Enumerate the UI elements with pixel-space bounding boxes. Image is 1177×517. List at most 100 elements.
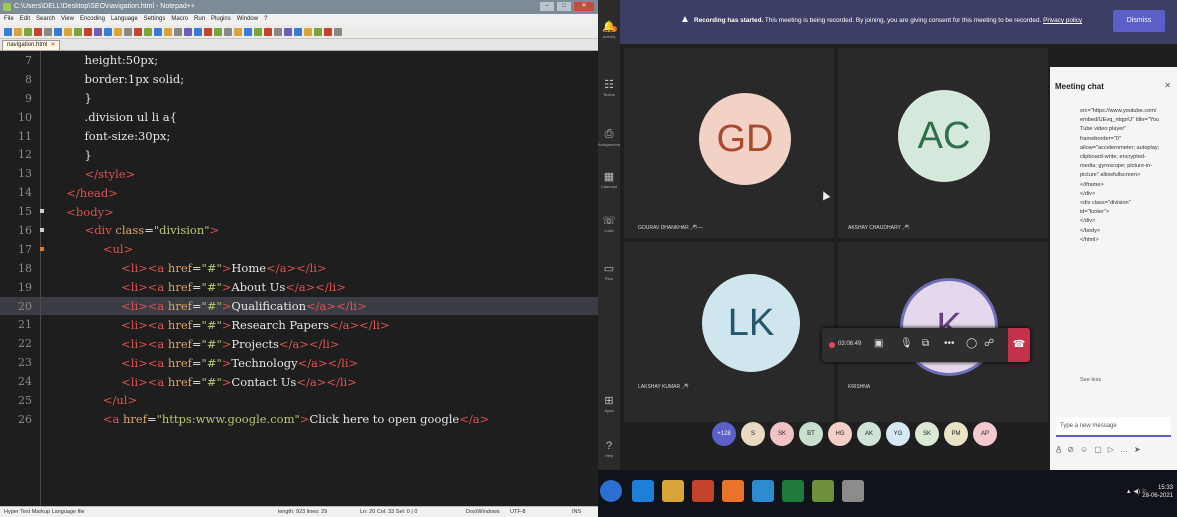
fold-margin[interactable] [38, 259, 48, 278]
more-options-icon[interactable]: ••• [944, 338, 955, 349]
toolbar-icon[interactable] [294, 27, 302, 36]
participant-chip[interactable]: YG [886, 422, 910, 446]
code-line[interactable]: 7 height:50px; [0, 51, 598, 70]
toolbar-icon[interactable] [154, 27, 162, 36]
fold-margin[interactable] [38, 240, 48, 259]
chat-icon[interactable]: ◯ [966, 338, 977, 349]
minimize-button[interactable]: – [540, 2, 554, 11]
toolbar-icon[interactable] [34, 27, 42, 36]
menu-item[interactable]: Language [111, 14, 138, 25]
media-player-icon[interactable] [692, 480, 714, 502]
code-line[interactable]: 26 <a href="https:www.google.com">Click … [0, 410, 598, 429]
participant-chip[interactable]: AP [973, 422, 997, 446]
code-line[interactable]: 9 } [0, 89, 598, 108]
code-line[interactable]: 11 font-size:30px; [0, 127, 598, 146]
rail-item-calls[interactable]: ☏ Calls [598, 214, 620, 240]
code-line[interactable]: 21 <li><a href="#">Research Papers</a></… [0, 315, 598, 334]
code-line[interactable]: 8 border:1px solid; [0, 70, 598, 89]
code-line[interactable]: 16 <div class="division"> [0, 221, 598, 240]
participant-tile[interactable]: GD GOURAV DHANKHAR 🎤̸ — [624, 48, 834, 238]
app-icon[interactable] [842, 480, 864, 502]
fold-margin[interactable] [38, 353, 48, 372]
participant-chip[interactable]: SK [770, 422, 794, 446]
rail-item-help[interactable]: ? Help [598, 440, 620, 466]
toolbar-icon[interactable] [234, 27, 242, 36]
leave-call-button[interactable]: ☎ [1008, 328, 1030, 362]
fold-margin[interactable] [38, 315, 48, 334]
code-line[interactable]: 15 <body> [0, 202, 598, 221]
toolbar-icon[interactable] [124, 27, 132, 36]
menu-item[interactable]: Run [194, 14, 205, 25]
toolbar-icon[interactable] [64, 27, 72, 36]
send-icon[interactable]: ➤ [1134, 445, 1141, 454]
fold-margin[interactable] [38, 372, 48, 391]
chat-message-input[interactable]: Type a new message [1056, 417, 1171, 437]
code-line[interactable]: 14 </head> [0, 183, 598, 202]
dismiss-button[interactable]: Dismiss [1113, 10, 1165, 32]
fold-margin[interactable] [38, 89, 48, 108]
menu-item[interactable]: View [61, 14, 74, 25]
toolbar-icon[interactable] [84, 27, 92, 36]
tab-close-icon[interactable]: ✕ [50, 41, 55, 50]
participant-tile[interactable]: LK LAKSHAY KUMAR 🎤̸ [624, 242, 834, 422]
code-line[interactable]: 24 <li><a href="#">Contact Us</a></li> [0, 372, 598, 391]
fold-margin[interactable] [38, 278, 48, 297]
toolbar-icon[interactable] [54, 27, 62, 36]
toolbar-icon[interactable] [174, 27, 182, 36]
participant-chip[interactable]: PM [944, 422, 968, 446]
rail-item-files[interactable]: ▭ Files [598, 262, 620, 288]
fold-margin[interactable] [38, 334, 48, 353]
menu-item[interactable]: ? [264, 14, 267, 25]
gif-icon[interactable]: ▢ [1094, 445, 1102, 454]
format-icon[interactable]: A̲ [1056, 445, 1061, 454]
menu-item[interactable]: Encoding [80, 14, 105, 25]
code-line[interactable]: 12 } [0, 145, 598, 164]
toolbar-icon[interactable] [224, 27, 232, 36]
toolbar-icon[interactable] [94, 27, 102, 36]
participant-chip[interactable]: BT [799, 422, 823, 446]
participant-chip[interactable]: SK [915, 422, 939, 446]
toolbar-icon[interactable] [204, 27, 212, 36]
more-participants-chip[interactable]: +128 [712, 422, 736, 446]
toolbar-icon[interactable] [194, 27, 202, 36]
code-line[interactable]: 18 <li><a href="#">Home</a></li> [0, 259, 598, 278]
menu-item[interactable]: File [4, 14, 14, 25]
see-less-link[interactable]: See less [1080, 377, 1101, 383]
code-line[interactable]: 17 <ul> [0, 240, 598, 259]
file-explorer-icon[interactable] [662, 480, 684, 502]
menu-item[interactable]: Search [36, 14, 55, 25]
code-editor[interactable]: 7 height:50px; 8 border:1px solid; 9 } 10 .… [0, 51, 598, 506]
fold-margin[interactable] [38, 164, 48, 183]
rail-item-calendar[interactable]: ▦ Calendar [598, 170, 620, 196]
toolbar-icon[interactable] [44, 27, 52, 36]
more-icon[interactable]: … [1120, 445, 1128, 454]
toolbar-icon[interactable] [144, 27, 152, 36]
code-line[interactable]: 22 <li><a href="#">Projects</a></li> [0, 334, 598, 353]
toolbar-icon[interactable] [324, 27, 332, 36]
close-chat-icon[interactable]: ✕ [1164, 81, 1171, 90]
fold-margin[interactable] [38, 183, 48, 202]
fold-margin[interactable] [38, 202, 48, 221]
toolbar-icon[interactable] [104, 27, 112, 36]
maximize-button[interactable]: □ [557, 2, 571, 11]
excel-icon[interactable] [782, 480, 804, 502]
participants-icon[interactable]: ☍ [984, 338, 994, 349]
start-button[interactable] [600, 480, 622, 502]
code-line[interactable]: 13 </style> [0, 164, 598, 183]
close-button[interactable]: ✕ [574, 2, 594, 11]
fold-margin[interactable] [38, 391, 48, 410]
taskbar-clock[interactable]: 15:33 28-06-2021 [1142, 484, 1173, 500]
toolbar-icon[interactable] [74, 27, 82, 36]
toolbar-icon[interactable] [24, 27, 32, 36]
toolbar-icon[interactable] [244, 27, 252, 36]
toolbar-icon[interactable] [14, 27, 22, 36]
toolbar-icon[interactable] [274, 27, 282, 36]
rail-item-assignments[interactable]: ⎙ Assignments [598, 128, 621, 154]
toolbar-icon[interactable] [164, 27, 172, 36]
participant-tile[interactable]: AC AKSHAY CHAUDHARY 🎤̸ [838, 48, 1048, 238]
camera-icon[interactable]: ▣ [874, 338, 883, 349]
code-line[interactable]: 19 <li><a href="#">About Us</a></li> [0, 278, 598, 297]
rail-item-apps[interactable]: ⊞ Apps [598, 394, 620, 420]
fold-margin[interactable] [38, 70, 48, 89]
teams-app-icon[interactable] [752, 480, 774, 502]
